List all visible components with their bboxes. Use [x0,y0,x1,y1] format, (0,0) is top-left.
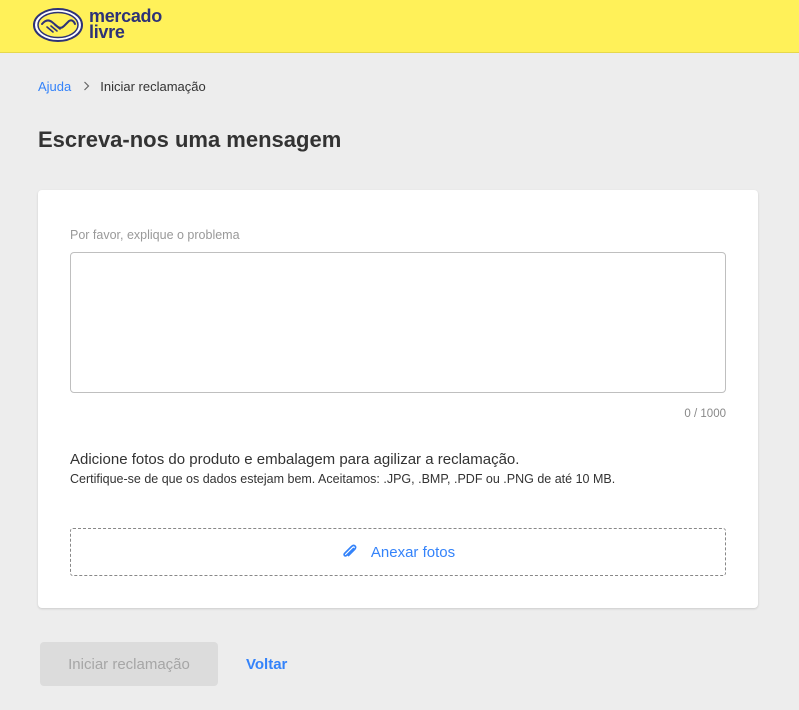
chevron-right-icon [83,80,90,94]
attach-photos-label: Anexar fotos [370,543,456,561]
photos-title: Adicione fotos do produto e embalagem pa… [70,451,520,468]
breadcrumb: Ajuda Iniciar reclamação [38,79,206,94]
message-card: Por favor, explique o problema 0 / 1000 … [38,190,758,608]
photos-subtitle: Certifique-se de que os dados estejam be… [70,472,616,486]
problem-label: Por favor, explique o problema [70,228,240,242]
problem-textarea[interactable] [70,252,726,393]
handshake-logo-icon [33,8,83,42]
page-title: Escreva-nos uma mensagem [38,127,342,152]
back-link[interactable]: Voltar [246,656,287,673]
paperclip-icon [341,543,359,561]
breadcrumb-help-link[interactable]: Ajuda [38,79,71,94]
attach-photos-button[interactable]: Anexar fotos [70,528,726,576]
brand-line-2: livre [89,22,125,42]
char-counter: 0 / 1000 [684,408,726,420]
top-header: mercado livre [0,0,799,53]
breadcrumb-current: Iniciar reclamação [100,79,206,94]
brand-wordmark: mercado livre [89,7,162,42]
start-claim-button[interactable]: Iniciar reclamação [40,642,218,686]
mercado-livre-logo[interactable]: mercado livre [33,6,173,46]
